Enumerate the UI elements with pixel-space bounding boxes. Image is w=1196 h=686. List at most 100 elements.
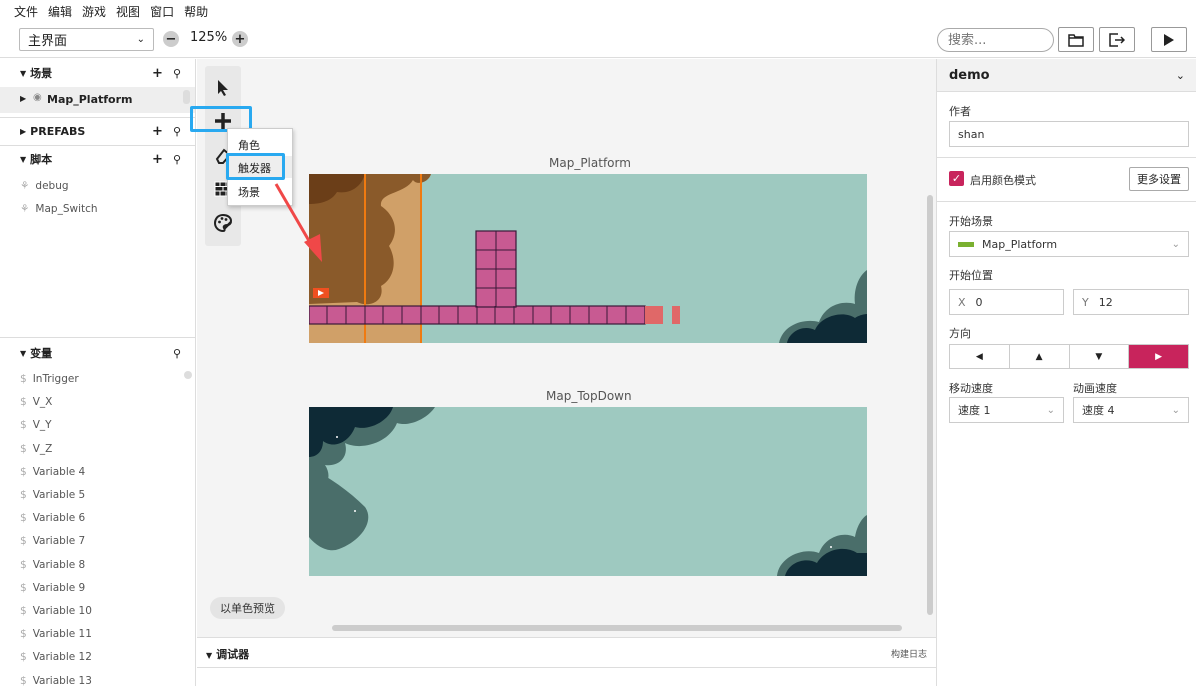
scrollbar-thumb[interactable]: [184, 371, 192, 379]
author-label: 作者: [949, 105, 971, 118]
prefabs-title: PREFABS: [30, 124, 86, 138]
menu-game[interactable]: 游戏: [82, 3, 106, 20]
play-icon: [1164, 33, 1174, 46]
variable-item[interactable]: $ Variable 6: [20, 512, 85, 524]
x-value: 0: [975, 295, 983, 309]
search-script-icon[interactable]: ⚲: [173, 153, 181, 166]
menu-edit[interactable]: 编辑: [48, 3, 72, 20]
start-y-field[interactable]: Y 12: [1073, 289, 1189, 315]
run-button[interactable]: [1151, 27, 1187, 52]
direction-up-button[interactable]: ▲: [1009, 345, 1070, 368]
search-scene-icon[interactable]: ⚲: [173, 67, 181, 80]
variable-item[interactable]: $ V_Y: [20, 419, 52, 431]
variable-icon: $: [20, 396, 27, 409]
direction-right-button[interactable]: ▶: [1129, 345, 1188, 368]
start-x-field[interactable]: X0: [949, 289, 1064, 315]
debugger-header[interactable]: ▼ 调试器: [206, 646, 249, 662]
variable-item[interactable]: $ InTrigger: [20, 373, 79, 385]
scripts-title: 脚本: [30, 153, 53, 166]
variable-icon: $: [20, 442, 27, 455]
variable-icon: $: [20, 605, 27, 617]
variable-item[interactable]: $ V_X: [20, 396, 52, 408]
anim-speed-select[interactable]: 速度 4 ⌄: [1073, 397, 1189, 423]
variable-item[interactable]: $ Variable 11: [20, 628, 92, 640]
variable-item-label: Variable 4: [32, 465, 86, 478]
start-scene-select[interactable]: Map_Platform ⌄: [949, 231, 1189, 257]
chevron-down-icon: ⌄: [1175, 68, 1185, 82]
open-folder-button[interactable]: [1058, 27, 1094, 52]
variable-item[interactable]: $ Variable 5: [20, 489, 85, 501]
scene-item-map-platform[interactable]: ▶ ◉ Map_Platform: [0, 87, 195, 113]
monochrome-preview-button[interactable]: 以单色预览: [210, 597, 285, 619]
start-position-label: 开始位置: [949, 269, 993, 282]
menu-help[interactable]: 帮助: [184, 3, 208, 20]
variable-item[interactable]: $ Variable 4: [20, 466, 85, 478]
search-variable-icon[interactable]: ⚲: [173, 347, 181, 360]
project-name: demo: [949, 67, 990, 83]
variable-icon: $: [20, 558, 27, 571]
direction-down-button[interactable]: ▼: [1069, 345, 1130, 368]
variable-item[interactable]: $ Variable 7: [20, 535, 85, 547]
start-scene-label: 开始场景: [949, 215, 993, 228]
menu-view[interactable]: 视图: [116, 3, 140, 20]
prefabs-section-header[interactable]: ▶ PREFABS + ⚲: [0, 117, 195, 145]
script-item-debug[interactable]: ⚘ debug: [20, 180, 69, 192]
add-scene-icon[interactable]: +: [152, 66, 163, 81]
world-canvas[interactable]: Map_Platform Map_TopDown: [197, 59, 936, 637]
triangle-down-icon: ▼: [206, 651, 213, 660]
script-item-map-switch[interactable]: ⚘ Map_Switch: [20, 203, 98, 215]
variable-icon: $: [20, 512, 27, 525]
variable-icon: $: [20, 465, 27, 478]
variables-section-header[interactable]: ▼ 变量 ⚲: [0, 339, 195, 367]
variable-item[interactable]: $ Variable 8: [20, 559, 85, 571]
export-button[interactable]: [1099, 27, 1135, 52]
scrollbar-thumb[interactable]: [183, 90, 190, 104]
map-platform-preview[interactable]: [309, 174, 867, 343]
triangle-down-icon: ▼: [20, 154, 27, 164]
variable-item-label: Variable 12: [32, 651, 92, 664]
paint-tool[interactable]: [211, 211, 235, 235]
variable-icon: $: [20, 651, 27, 664]
project-header[interactable]: demo ⌄: [937, 59, 1196, 92]
chevron-down-icon: ⌄: [136, 34, 145, 45]
variable-item[interactable]: $ V_Z: [20, 443, 52, 455]
more-settings-button[interactable]: 更多设置: [1129, 167, 1189, 191]
variables-title: 变量: [30, 347, 53, 360]
variable-item[interactable]: $ Variable 10: [20, 605, 92, 617]
scenes-title: 场景: [30, 67, 53, 80]
move-speed-select[interactable]: 速度 1 ⌄: [949, 397, 1064, 423]
section-select[interactable]: 主界面 ⌄: [19, 28, 154, 51]
zoom-level: 125%: [190, 30, 228, 45]
scenes-section-header[interactable]: ▼ 场景 + ⚲: [0, 59, 195, 87]
scripts-section-header[interactable]: ▼ 脚本 + ⚲: [0, 145, 195, 173]
zoom-in-button[interactable]: +: [232, 31, 248, 47]
add-prefab-icon[interactable]: +: [152, 124, 163, 139]
canvas-horizontal-scrollbar[interactable]: [332, 625, 902, 631]
build-log-tab[interactable]: 构建日志: [891, 647, 927, 660]
author-field[interactable]: shan: [949, 121, 1189, 147]
variable-item-label: Variable 13: [32, 674, 92, 686]
script-item-label: Map_Switch: [35, 203, 98, 215]
y-label: Y: [1082, 295, 1089, 309]
add-script-icon[interactable]: +: [152, 152, 163, 167]
map-topdown-preview[interactable]: [309, 407, 867, 576]
add-menu-scene[interactable]: 场景: [238, 184, 260, 200]
start-scene-value-wrap: Map_Platform: [958, 238, 1057, 251]
debugger-panel: ▼ 调试器 构建日志: [197, 637, 936, 686]
search-prefab-icon[interactable]: ⚲: [173, 125, 181, 138]
color-mode-checkbox[interactable]: ✓: [949, 171, 964, 186]
variable-item[interactable]: $ Variable 13: [20, 675, 92, 686]
zoom-out-button[interactable]: −: [163, 31, 179, 47]
menu-file[interactable]: 文件: [14, 3, 38, 20]
menu-window[interactable]: 窗口: [150, 3, 174, 20]
script-item-label: debug: [35, 180, 69, 192]
canvas-vertical-scrollbar[interactable]: [927, 195, 933, 615]
variable-item[interactable]: $ Variable 9: [20, 582, 85, 594]
variable-item[interactable]: $ Variable 12: [20, 651, 92, 663]
start-scene-value: Map_Platform: [982, 237, 1058, 251]
search-input[interactable]: [937, 28, 1054, 52]
script-icon: ⚘: [20, 180, 30, 192]
add-menu-actor[interactable]: 角色: [238, 137, 260, 153]
direction-left-button[interactable]: ◀: [950, 345, 1010, 368]
select-tool[interactable]: [211, 76, 235, 100]
